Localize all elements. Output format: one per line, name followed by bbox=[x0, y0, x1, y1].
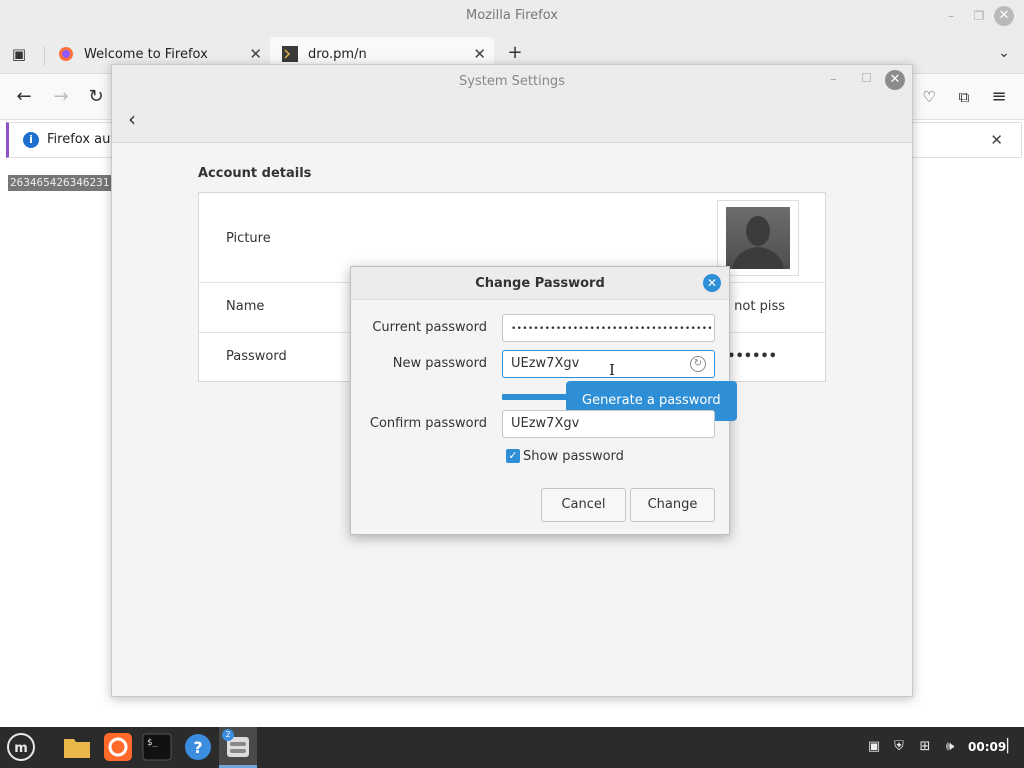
clock[interactable]: 00:09 bbox=[968, 740, 1006, 754]
reload-icon[interactable]: ↻ bbox=[85, 86, 107, 108]
regenerate-icon[interactable]: ↻ bbox=[690, 356, 706, 372]
terminal-icon bbox=[282, 46, 298, 62]
network-icon[interactable]: ⊞ bbox=[917, 739, 933, 755]
row-value: e not piss bbox=[722, 299, 785, 314]
svg-text:m: m bbox=[14, 741, 28, 756]
tab-separator bbox=[44, 46, 45, 66]
section-title: Account details bbox=[198, 166, 312, 181]
maximize-icon[interactable]: ❐ bbox=[972, 9, 986, 23]
shield-icon[interactable]: ⛨ bbox=[891, 739, 907, 755]
dialog-title: Change Password bbox=[475, 276, 605, 291]
settings-window-title: System Settings bbox=[459, 74, 565, 89]
close-tab-icon[interactable]: ✕ bbox=[249, 45, 262, 63]
current-password-label: Current password bbox=[372, 320, 487, 335]
firefox-icon bbox=[59, 47, 73, 61]
change-button[interactable]: Change bbox=[630, 488, 715, 522]
minimize-icon[interactable]: – bbox=[944, 9, 958, 23]
settings-header: System Settings – ☐ ✕ ‹ bbox=[112, 65, 912, 143]
help-icon[interactable]: ? bbox=[183, 732, 213, 762]
cancel-button[interactable]: Cancel bbox=[541, 488, 626, 522]
minimize-icon[interactable]: – bbox=[830, 72, 837, 87]
dialog-header: Change Password ✕ bbox=[351, 267, 729, 300]
update-manager-icon[interactable]: ▣ bbox=[866, 739, 882, 755]
maximize-icon[interactable]: ☐ bbox=[861, 71, 872, 85]
show-password-label[interactable]: Show password bbox=[523, 449, 624, 464]
taskbar: m $_ ? 2 ▣ ⛨ ⊞ 🕪 00:09 ▏ bbox=[0, 727, 1024, 768]
firefox-window-title: Mozilla Firefox bbox=[466, 8, 558, 23]
notification-text: Firefox aut bbox=[47, 132, 116, 147]
close-dialog-icon[interactable]: ✕ bbox=[703, 274, 721, 292]
list-tabs-icon[interactable]: ⌄ bbox=[993, 42, 1015, 64]
info-icon: i bbox=[23, 132, 39, 148]
row-label: Password bbox=[226, 349, 287, 364]
new-password-value: UEzw7Xgv bbox=[511, 356, 580, 371]
tab-label: dro.pm/n bbox=[308, 46, 367, 62]
row-label: Picture bbox=[226, 231, 271, 246]
close-icon[interactable]: ✕ bbox=[885, 70, 905, 90]
back-arrow-icon[interactable]: ‹ bbox=[128, 107, 136, 131]
current-password-field[interactable]: •••••••••••••••••••••••••••••••••••••••• bbox=[502, 314, 715, 342]
confirm-password-field[interactable]: UEzw7Xgv bbox=[502, 410, 715, 438]
avatar-button[interactable] bbox=[717, 200, 799, 276]
avatar bbox=[726, 207, 790, 269]
pocket-icon[interactable]: ♡ bbox=[918, 86, 940, 108]
back-icon[interactable]: ← bbox=[13, 86, 35, 108]
user-silhouette-icon bbox=[732, 216, 784, 269]
firefox-titlebar: Mozilla Firefox – ❐ ✕ bbox=[0, 0, 1024, 34]
forward-icon[interactable]: → bbox=[50, 86, 72, 108]
close-notification-icon[interactable]: ✕ bbox=[990, 131, 1003, 149]
extensions-icon[interactable]: ⧉ bbox=[953, 86, 975, 108]
menu-icon[interactable]: ≡ bbox=[988, 86, 1010, 108]
show-password-checkbox[interactable]: ✓ bbox=[506, 449, 520, 463]
volume-icon[interactable]: 🕪 bbox=[942, 739, 958, 755]
row-value: •••••• bbox=[727, 349, 777, 364]
folder-icon[interactable] bbox=[62, 732, 92, 762]
tab-label: Welcome to Firefox bbox=[84, 46, 208, 62]
terminal-taskbar-icon[interactable]: $_ bbox=[142, 732, 172, 762]
svg-text:$_: $_ bbox=[147, 738, 158, 748]
new-tab-icon[interactable]: + bbox=[504, 42, 526, 64]
confirm-password-label: Confirm password bbox=[369, 416, 487, 431]
change-password-dialog: Change Password ✕ Current password •••••… bbox=[350, 266, 737, 535]
page-text-selection: 263465426346231 bbox=[8, 175, 112, 191]
show-desktop-icon[interactable]: ▏ bbox=[1004, 739, 1020, 755]
text-cursor-icon: I bbox=[609, 361, 615, 379]
row-label: Name bbox=[226, 299, 265, 314]
close-window-button[interactable]: ✕ bbox=[994, 6, 1014, 26]
firefox-taskbar-icon[interactable] bbox=[103, 732, 133, 762]
new-password-label: New password bbox=[392, 356, 487, 371]
svg-text:?: ? bbox=[193, 738, 202, 757]
workspace-badge: 2 bbox=[222, 729, 234, 741]
close-tab-icon[interactable]: ✕ bbox=[473, 45, 486, 63]
tab-manager-icon[interactable]: ▣ bbox=[8, 43, 30, 65]
mint-menu-icon[interactable]: m bbox=[6, 732, 36, 762]
